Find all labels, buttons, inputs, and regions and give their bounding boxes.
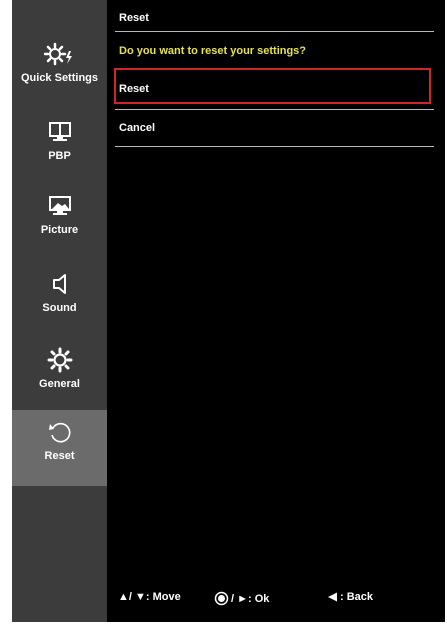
sidebar-item-reset[interactable]: Reset — [12, 410, 107, 486]
sidebar-item-pbp[interactable]: PBP — [12, 110, 107, 186]
sound-icon — [12, 270, 107, 298]
sidebar-item-label: General — [39, 378, 80, 390]
sidebar-item-label: Sound — [42, 302, 77, 314]
hint-back-label: : Back — [340, 591, 374, 603]
ok-button-icon — [214, 591, 229, 606]
sidebar: Quick Settings PBP Picture Sound General… — [12, 0, 107, 622]
hint-ok: / ►: Ok — [214, 591, 269, 606]
hint-move-label: ▲/ ▼: Move — [118, 591, 181, 603]
hint-back: : Back — [327, 591, 373, 603]
sidebar-item-label: PBP — [48, 150, 71, 162]
reset-icon — [12, 418, 107, 446]
reset-panel: Reset Do you want to reset your settings… — [107, 0, 445, 622]
sidebar-item-label: Picture — [40, 224, 79, 236]
divider — [115, 31, 434, 32]
sidebar-item-quick-settings[interactable]: Quick Settings — [12, 32, 107, 108]
sidebar-item-label: Reset — [44, 450, 75, 462]
sidebar-item-general[interactable]: General — [12, 338, 107, 414]
option-reset-label: Reset — [119, 83, 149, 95]
sidebar-item-sound[interactable]: Sound — [12, 262, 107, 338]
sidebar-item-label: Quick Settings — [20, 72, 99, 84]
pbp-icon — [12, 118, 107, 146]
hint-move: ▲/ ▼: Move — [118, 591, 181, 603]
divider — [115, 146, 434, 147]
divider — [115, 109, 434, 110]
left-arrow-icon — [328, 592, 337, 602]
monitor-osd: Quick Settings PBP Picture Sound General… — [12, 0, 445, 622]
option-cancel-label: Cancel — [119, 122, 156, 134]
quick-settings-icon — [12, 40, 107, 68]
picture-icon — [12, 192, 107, 220]
hint-ok-label: / ►: Ok — [231, 592, 270, 605]
general-gear-icon — [12, 346, 107, 374]
selection-highlight — [114, 68, 431, 104]
sidebar-item-picture[interactable]: Picture — [12, 184, 107, 260]
